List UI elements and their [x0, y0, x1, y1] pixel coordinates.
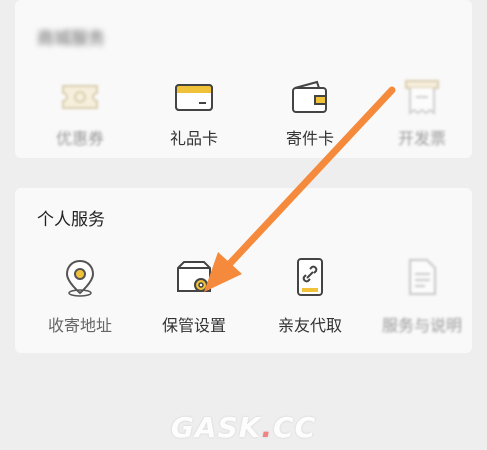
wallet-card-icon — [292, 80, 327, 113]
invoice-icon — [405, 80, 439, 115]
address-label: 收寄地址 — [47, 316, 112, 335]
coupon-label: 优惠券 — [55, 129, 104, 148]
location-pin-icon — [65, 259, 95, 297]
storage-settings-label: 保管设置 — [161, 316, 226, 335]
service-notes-label: 服务与说明 — [381, 316, 462, 335]
watermark-text: GASK — [170, 411, 262, 444]
watermark-dot: . — [261, 411, 274, 444]
watermark: GASK.CC — [0, 411, 487, 444]
gift-card-icon — [175, 84, 213, 111]
document-icon — [409, 259, 436, 295]
invoice-label: 开发票 — [397, 129, 446, 148]
mall-services-card: 商城服务 优惠券 礼品卡 寄件卡 开发票 — [15, 0, 472, 158]
proxy-pickup-label: 亲友代取 — [277, 316, 342, 335]
section-title: 个人服务 — [37, 210, 105, 230]
storage-settings-icon — [177, 261, 211, 292]
coupon-icon — [62, 85, 98, 109]
gift-card-label: 礼品卡 — [169, 129, 218, 148]
link-phone-icon — [297, 258, 323, 296]
watermark-suffix: CC — [273, 411, 317, 444]
personal-services-card: 个人服务 收寄地址 保管设置 亲友代取 服务与说明 — [15, 188, 472, 353]
shipping-card-label: 寄件卡 — [285, 129, 334, 148]
section-title: 商城服务 — [37, 29, 105, 49]
